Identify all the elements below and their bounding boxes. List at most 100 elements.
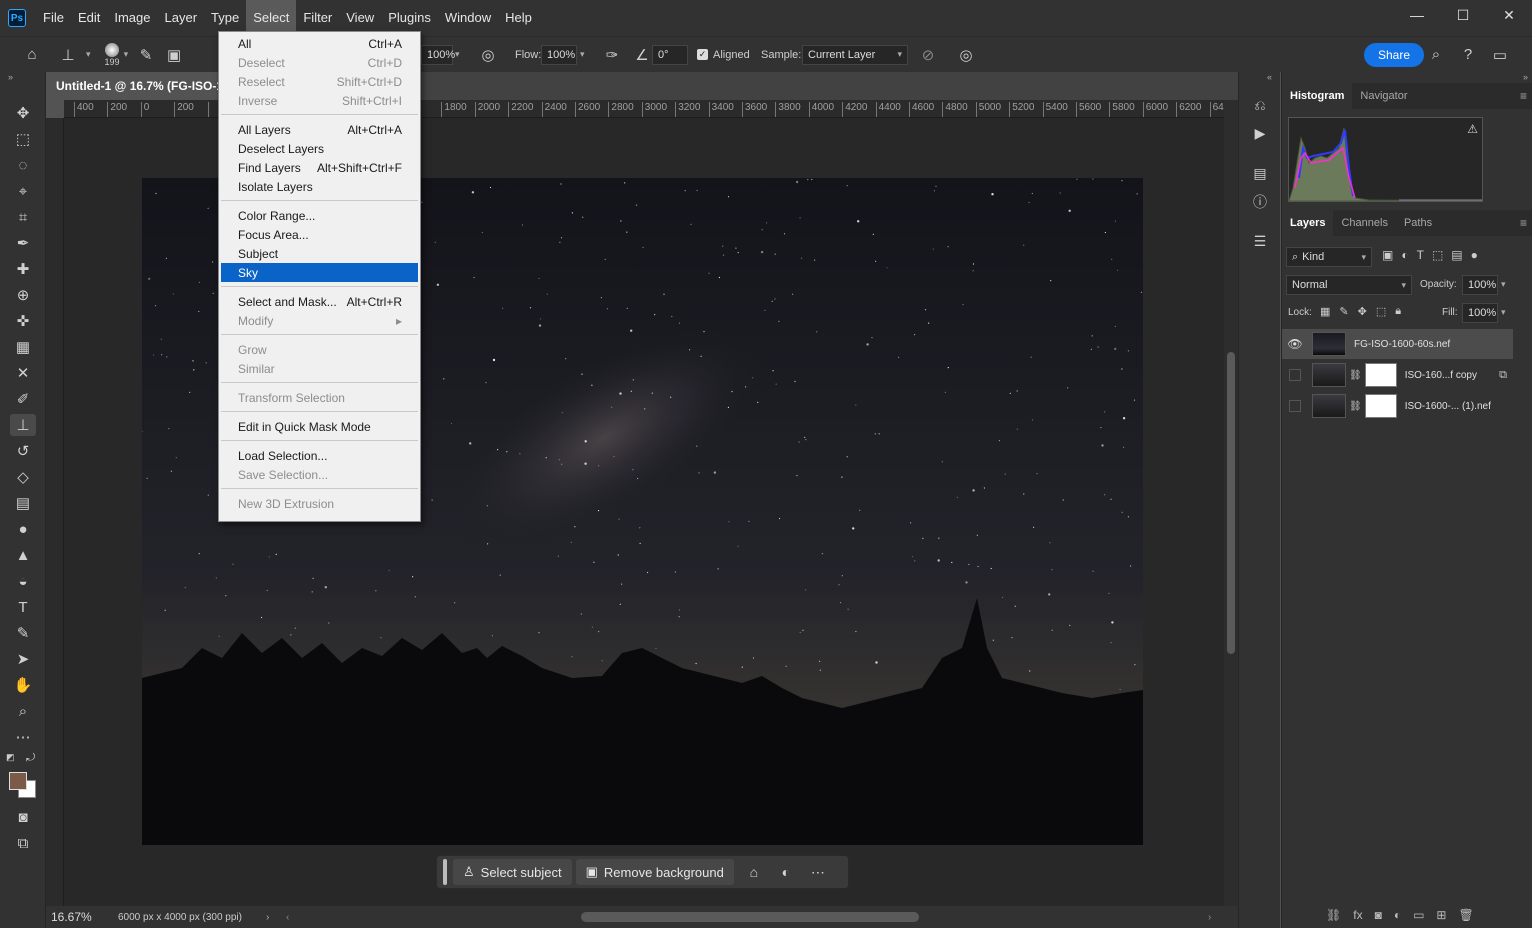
eyedropper-tool-icon[interactable]: ✒ (10, 232, 36, 254)
brush-settings-icon[interactable]: ✎ (132, 41, 160, 69)
tab-paths[interactable]: Paths (1396, 210, 1440, 236)
select-menu-item[interactable]: Load Selection... (221, 446, 418, 465)
select-menu-item[interactable]: Subject (221, 244, 418, 263)
chevron-down-icon[interactable]: ▾ (1501, 279, 1506, 290)
minimize-button[interactable]: — (1394, 0, 1440, 30)
workspace-icon[interactable]: ▭ (1486, 41, 1514, 69)
pen-tool-icon[interactable]: ✎ (10, 622, 36, 644)
airbrush-icon[interactable]: ✑ (598, 41, 626, 69)
sample-select[interactable]: Current Layer ▾ (802, 44, 908, 65)
crop-tool-icon[interactable]: ⌗ (10, 206, 36, 228)
lasso-tool-icon[interactable]: ◌ (10, 154, 36, 176)
select-menu-item[interactable]: Similar (221, 359, 418, 378)
menu-layer[interactable]: Layer (158, 0, 205, 36)
default-colors-icon[interactable]: ◩ (6, 752, 15, 763)
select-menu-item[interactable]: New 3D Extrusion (221, 494, 418, 513)
collapse-panels-icon[interactable]: » (1523, 72, 1528, 82)
select-menu-item[interactable]: Color Range... (221, 206, 418, 225)
layer-mask-thumbnail[interactable] (1364, 394, 1397, 418)
panel-menu-icon[interactable]: ≡ (1520, 83, 1527, 109)
adjustment-filter-icon[interactable]: ◐ (1401, 248, 1408, 262)
new-layer-icon[interactable]: ⊞ (1436, 908, 1446, 922)
shape-filter-icon[interactable]: ⬚ (1432, 248, 1443, 262)
tab-histogram[interactable]: Histogram (1282, 83, 1353, 109)
scroll-left-icon[interactable]: ‹ (286, 912, 289, 923)
status-arrow-icon[interactable]: › (266, 912, 269, 923)
blend-mode-select[interactable]: Normal ▾ (1286, 275, 1412, 295)
eraser-tool-icon[interactable]: ◇ (10, 466, 36, 488)
patch-tool-icon[interactable]: ✜ (10, 310, 36, 332)
blur-tool-icon[interactable]: ● (10, 518, 36, 540)
select-menu-item[interactable]: All Layers Alt+Ctrl+A (221, 120, 418, 139)
lock-pixels-icon[interactable]: ✎ (1339, 305, 1348, 318)
new-adjustment-icon[interactable]: ◐ (1394, 908, 1401, 922)
scroll-right-icon[interactable]: › (1208, 912, 1211, 923)
transform-icon[interactable]: ⌂ (738, 859, 770, 885)
quick-mask-icon[interactable]: ◙ (10, 806, 36, 828)
layer-name[interactable]: ISO-160...f copy (1405, 370, 1477, 381)
remove-background-button[interactable]: ▣ Remove background (575, 859, 734, 885)
libraries-panel-icon[interactable]: ▤ (1248, 162, 1272, 184)
visibility-eye-icon[interactable]: 👁︎ (1282, 337, 1308, 351)
add-mask-icon[interactable]: ◙ (1375, 908, 1382, 922)
clone-stamp-tool-icon[interactable]: ⊥ (10, 414, 36, 436)
info-panel-icon[interactable]: ⓘ (1248, 191, 1272, 213)
healing-brush-tool-icon[interactable]: ⊕ (10, 284, 36, 306)
hand-tool-icon[interactable]: ✋ (10, 674, 36, 696)
layer-fill-field[interactable]: 100% (1462, 303, 1498, 323)
clone-stamp-preset-icon[interactable]: ⊥ (54, 41, 82, 69)
layer-opacity-field[interactable]: 100% (1462, 275, 1498, 295)
aligned-checkbox[interactable]: ✓ (697, 49, 708, 60)
drag-handle[interactable] (443, 859, 447, 885)
close-button[interactable]: ✕ (1486, 0, 1532, 30)
content-aware-move-icon[interactable]: ▦ (10, 336, 36, 358)
horizontal-scroll-thumb[interactable] (581, 912, 919, 922)
tab-channels[interactable]: Channels (1333, 210, 1395, 236)
select-menu-item[interactable]: Isolate Layers (221, 177, 418, 196)
link-icon[interactable]: ⛓︎ (1349, 401, 1362, 412)
menu-help[interactable]: Help (498, 0, 539, 36)
select-menu-item[interactable]: Inverse Shift+Ctrl+I (221, 91, 418, 110)
path-selection-tool-icon[interactable]: ➤ (10, 648, 36, 670)
brush-size-picker[interactable]: 199 (105, 42, 120, 67)
object-selection-tool-icon[interactable]: ⌖ (10, 180, 36, 202)
home-icon[interactable]: ⌂ (18, 41, 46, 69)
select-menu-item[interactable]: Reselect Shift+Ctrl+D (221, 72, 418, 91)
zoom-level[interactable]: 16.67% (46, 910, 110, 924)
layer-row[interactable]: 👁︎ FG-ISO-1600-60s.nef (1282, 329, 1513, 359)
help-icon[interactable]: ? (1454, 41, 1482, 69)
collapse-toolbar-icon[interactable]: » (8, 72, 13, 82)
smart-object-filter-icon[interactable]: ▤ (1451, 248, 1462, 262)
link-icon[interactable]: ⛓︎ (1349, 370, 1362, 381)
select-menu-item[interactable]: Modify ▸ (221, 311, 418, 330)
swap-colors-icon[interactable]: ⤾ (26, 752, 35, 765)
select-menu-item[interactable]: Sky (221, 263, 418, 282)
visibility-toggle[interactable] (1289, 369, 1301, 381)
vertical-scroll-thumb[interactable] (1227, 352, 1235, 654)
menu-image[interactable]: Image (107, 0, 157, 36)
screen-mode-icon[interactable]: ⧉ (10, 832, 36, 854)
select-menu-item[interactable]: Deselect Layers (221, 139, 418, 158)
sharpen-tool-icon[interactable]: ▲ (10, 544, 36, 566)
history-brush-tool-icon[interactable]: ↺ (10, 440, 36, 462)
ignore-adjustment-layers-icon[interactable]: ⊘ (914, 41, 942, 69)
type-tool-icon[interactable]: T (10, 596, 36, 618)
new-group-icon[interactable]: ▭ (1413, 908, 1424, 922)
properties-panel-icon[interactable]: ☰ (1248, 230, 1272, 252)
lock-all-icon[interactable]: 🔒︎ (1395, 305, 1401, 318)
menu-file[interactable]: File (36, 0, 71, 36)
lock-artboard-icon[interactable]: ⬚ (1376, 305, 1386, 318)
more-tools-icon[interactable]: ⋯ (10, 726, 36, 748)
select-menu-item[interactable]: Grow (221, 340, 418, 359)
history-panel-icon[interactable]: ⎌ (1248, 94, 1272, 116)
zoom-tool-icon[interactable]: ⌕ (10, 700, 36, 722)
maximize-button[interactable]: ☐ (1440, 0, 1486, 30)
pressure-size-icon[interactable]: ◎ (952, 41, 980, 69)
layer-name[interactable]: ISO-1600-... (1).nef (1405, 401, 1491, 412)
warning-icon[interactable]: ⚠ (1467, 122, 1478, 136)
select-menu-item[interactable]: Edit in Quick Mask Mode (221, 417, 418, 436)
filter-toggle-icon[interactable]: ● (1471, 248, 1478, 262)
red-eye-tool-icon[interactable]: ✕ (10, 362, 36, 384)
select-menu-item[interactable]: Focus Area... (221, 225, 418, 244)
search-icon[interactable]: ⌕ (1422, 41, 1450, 69)
